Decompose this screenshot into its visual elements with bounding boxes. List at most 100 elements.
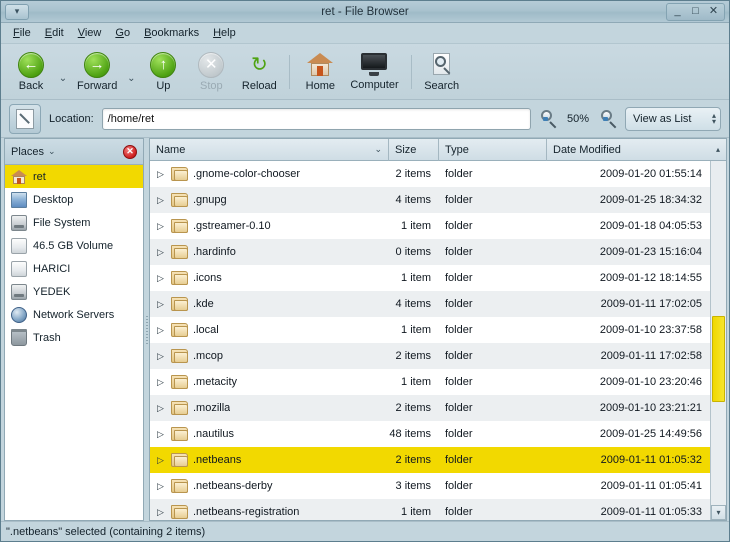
sidebar-item-network-servers[interactable]: Network Servers: [5, 303, 143, 326]
expander-icon[interactable]: ▷: [155, 455, 166, 466]
computer-button[interactable]: Computer: [344, 47, 404, 97]
expander-icon[interactable]: ▷: [155, 273, 166, 284]
sidebar-item-label: 46.5 GB Volume: [33, 240, 113, 252]
menu-item-file[interactable]: File: [6, 25, 38, 41]
sidebar-item-harici[interactable]: HARICI: [5, 257, 143, 280]
menu-item-edit[interactable]: Edit: [38, 25, 71, 41]
expander-icon[interactable]: ▷: [155, 507, 166, 518]
file-name-label: .netbeans-registration: [193, 506, 299, 518]
table-row[interactable]: ▷ .metacity 1 item folder 2009-01-10 23:…: [150, 369, 710, 395]
sidebar-item-volume[interactable]: 46.5 GB Volume: [5, 234, 143, 257]
view-mode-select[interactable]: View as List ▴ ▾: [625, 107, 721, 131]
sidebar-item-desktop[interactable]: Desktop: [5, 188, 143, 211]
folder-icon: [171, 323, 188, 337]
file-size-cell: 2 items: [389, 168, 439, 180]
expander-icon[interactable]: ▷: [155, 377, 166, 388]
home-button[interactable]: Home: [296, 47, 344, 97]
file-name-label: .icons: [193, 272, 222, 284]
reload-button[interactable]: ↻ Reload: [235, 47, 283, 97]
table-row[interactable]: ▷ .icons 1 item folder 2009-01-12 18:14:…: [150, 265, 710, 291]
up-button[interactable]: ↑ Up: [139, 47, 187, 97]
table-row[interactable]: ▷ .hardinfo 0 items folder 2009-01-23 15…: [150, 239, 710, 265]
file-name-cell: ▷ .netbeans-registration: [150, 505, 389, 519]
sidebar-item-ret[interactable]: ret: [5, 165, 143, 188]
table-row[interactable]: ▷ .netbeans-registration 1 item folder 2…: [150, 499, 710, 520]
expander-icon[interactable]: ▷: [155, 403, 166, 414]
table-row[interactable]: ▷ .kde 4 items folder 2009-01-11 17:02:0…: [150, 291, 710, 317]
menu-item-bookmarks[interactable]: Bookmarks: [137, 25, 206, 41]
expander-icon[interactable]: ▷: [155, 169, 166, 180]
volume-icon: [11, 261, 27, 277]
column-header-name[interactable]: Name ⌄: [150, 139, 389, 161]
table-row[interactable]: ▷ .mozilla 2 items folder 2009-01-10 23:…: [150, 395, 710, 421]
back-button[interactable]: ← Back: [7, 47, 55, 97]
expander-icon[interactable]: ▷: [155, 429, 166, 440]
folder-icon: [171, 505, 188, 519]
expander-icon[interactable]: ▷: [155, 481, 166, 492]
minimize-button[interactable]: _: [669, 5, 686, 19]
file-name-label: .gnome-color-chooser: [193, 168, 300, 180]
expander-icon[interactable]: ▷: [155, 247, 166, 258]
file-name-cell: ▷ .metacity: [150, 375, 389, 389]
menu-item-go[interactable]: Go: [108, 25, 137, 41]
scroll-up-button[interactable]: ▴: [710, 139, 726, 161]
toggle-location-entry-button[interactable]: [9, 104, 41, 134]
zoom-in-icon[interactable]: [599, 110, 617, 128]
sidebar-item-yedek[interactable]: YEDEK: [5, 280, 143, 303]
view-mode-label: View as List: [633, 113, 692, 125]
column-header-size[interactable]: Size: [389, 139, 439, 161]
file-size-cell: 2 items: [389, 402, 439, 414]
expander-icon[interactable]: ▷: [155, 299, 166, 310]
splitter-grip-icon: [146, 316, 148, 344]
search-button[interactable]: Search: [418, 47, 466, 97]
file-type-cell: folder: [439, 168, 547, 180]
file-name-label: .gstreamer-0.10: [193, 220, 271, 232]
sidebar-item-file-system[interactable]: File System: [5, 211, 143, 234]
places-header[interactable]: Places ⌄ ✕: [5, 139, 143, 165]
expander-icon[interactable]: ▷: [155, 221, 166, 232]
scroll-down-button[interactable]: ▾: [711, 505, 726, 520]
sidebar-item-label: Trash: [33, 332, 61, 344]
scrollbar-track[interactable]: [711, 161, 726, 505]
vertical-scrollbar[interactable]: ▾: [710, 161, 726, 520]
table-row[interactable]: ▷ .mcop 2 items folder 2009-01-11 17:02:…: [150, 343, 710, 369]
file-type-cell: folder: [439, 506, 547, 518]
expander-icon[interactable]: ▷: [155, 195, 166, 206]
file-name-label: .kde: [193, 298, 214, 310]
forward-button[interactable]: → Forward: [71, 47, 123, 97]
menu-bookmarks-rest: ookmarks: [151, 27, 199, 39]
forward-history-dropdown[interactable]: ⌄: [123, 47, 139, 97]
table-row[interactable]: ▷ .nautilus 48 items folder 2009-01-25 1…: [150, 421, 710, 447]
column-header-date-modified[interactable]: Date Modified: [547, 139, 710, 161]
expander-icon[interactable]: ▷: [155, 351, 166, 362]
zoom-out-icon[interactable]: [539, 110, 557, 128]
sidebar-item-label: HARICI: [33, 263, 70, 275]
table-row[interactable]: ▷ .local 1 item folder 2009-01-10 23:37:…: [150, 317, 710, 343]
menu-bar: File Edit View Go Bookmarks Help: [1, 23, 729, 44]
location-input[interactable]: /home/ret: [102, 108, 531, 130]
menu-item-view[interactable]: View: [71, 25, 109, 41]
folder-icon: [171, 349, 188, 363]
file-size-cell: 1 item: [389, 272, 439, 284]
file-date-cell: 2009-01-25 18:34:32: [547, 194, 710, 206]
scrollbar-thumb[interactable]: [712, 316, 725, 402]
table-row[interactable]: ▷ .gnome-color-chooser 2 items folder 20…: [150, 161, 710, 187]
table-row-selected[interactable]: ▷ .netbeans 2 items folder 2009-01-11 01…: [150, 447, 710, 473]
close-button[interactable]: ✕: [705, 5, 722, 19]
close-sidebar-button[interactable]: ✕: [123, 145, 137, 159]
column-header-type[interactable]: Type: [439, 139, 547, 161]
computer-icon: [360, 53, 388, 77]
sidebar-item-trash[interactable]: Trash: [5, 326, 143, 349]
table-row[interactable]: ▷ .gnupg 4 items folder 2009-01-25 18:34…: [150, 187, 710, 213]
maximize-button[interactable]: □: [687, 5, 704, 19]
back-history-dropdown[interactable]: ⌄: [55, 47, 71, 97]
file-date-cell: 2009-01-18 04:05:53: [547, 220, 710, 232]
file-type-cell: folder: [439, 220, 547, 232]
table-row[interactable]: ▷ .gstreamer-0.10 1 item folder 2009-01-…: [150, 213, 710, 239]
menu-view-rest: iew: [85, 27, 102, 39]
expander-icon[interactable]: ▷: [155, 325, 166, 336]
table-row[interactable]: ▷ .netbeans-derby 3 items folder 2009-01…: [150, 473, 710, 499]
sidebar-item-label: File System: [33, 217, 90, 229]
menu-item-help[interactable]: Help: [206, 25, 243, 41]
window-menu-button[interactable]: ▾: [5, 4, 29, 20]
